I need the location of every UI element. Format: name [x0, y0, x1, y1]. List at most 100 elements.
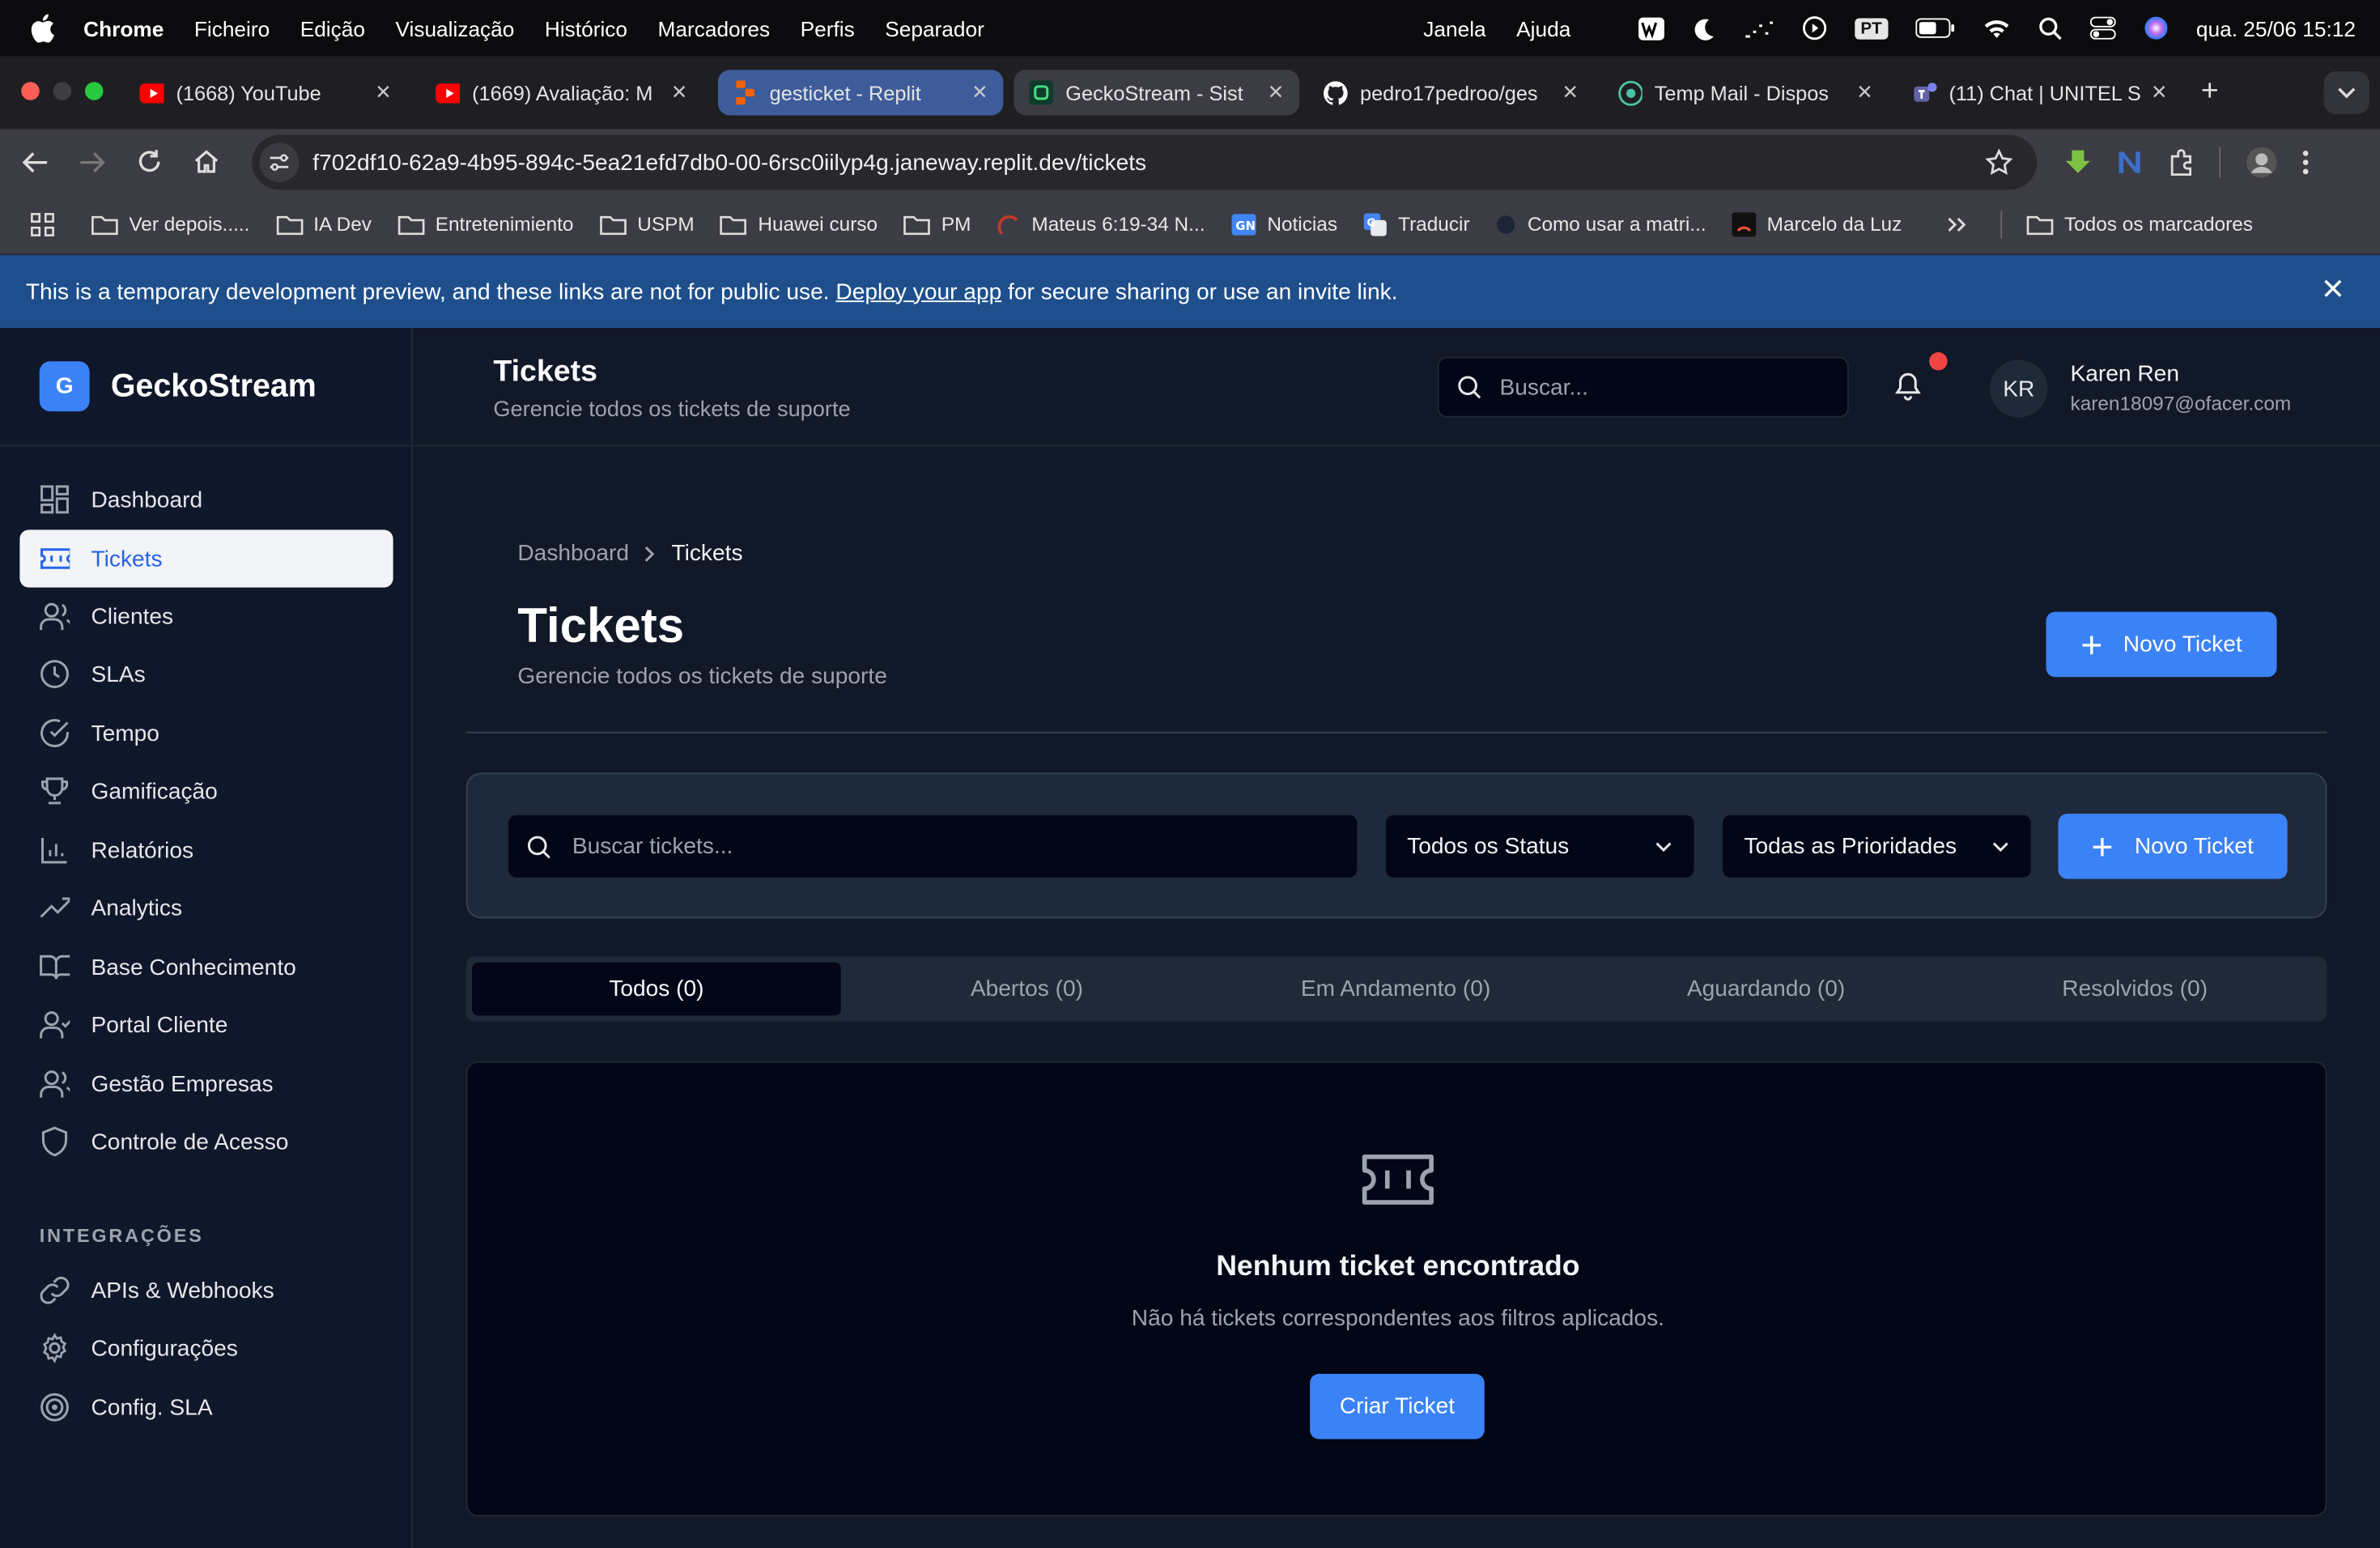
- bookmark-link[interactable]: Mateus 6:19-34 N...: [997, 212, 1205, 236]
- menu-profiles[interactable]: Perfis: [801, 16, 855, 40]
- input-source-badge[interactable]: PT: [1854, 17, 1889, 39]
- forward-arrow-icon[interactable]: [79, 150, 107, 174]
- browser-tab[interactable]: pedro17pedroo/ges ✕: [1308, 70, 1594, 115]
- close-icon[interactable]: ✕: [375, 80, 391, 104]
- deploy-app-link[interactable]: Deploy your app: [835, 279, 1001, 304]
- bookmark-link[interactable]: Marcelo da Luz: [1732, 211, 1902, 236]
- menu-file[interactable]: Ficheiro: [194, 16, 270, 40]
- menu-view[interactable]: Visualização: [395, 16, 514, 40]
- profile-avatar-icon[interactable]: [2245, 146, 2278, 179]
- sidebar-item-controle-acesso[interactable]: Controle de Acesso: [19, 1112, 393, 1170]
- wifi-icon[interactable]: [1983, 18, 2012, 39]
- filter-new-ticket-button[interactable]: Novo Ticket: [2058, 814, 2288, 879]
- activity-icon[interactable]: [1744, 18, 1774, 39]
- browser-tab[interactable]: (1669) Avaliação: M ✕: [420, 70, 703, 115]
- sidebar-item-slas[interactable]: SLAs: [19, 645, 393, 703]
- tab-em-andamento[interactable]: Em Andamento (0): [1211, 963, 1580, 1016]
- avatar[interactable]: KR: [1990, 359, 2048, 418]
- clock[interactable]: qua. 25/06 15:12: [2196, 16, 2356, 40]
- browser-tab[interactable]: gesticket - Replit ✕: [717, 70, 1004, 116]
- menu-window[interactable]: Janela: [1423, 16, 1485, 40]
- browser-tab[interactable]: Temp Mail - Dispos ✕: [1603, 70, 1889, 115]
- bookmark-folder[interactable]: Ver depois.....: [91, 213, 249, 236]
- control-center-icon[interactable]: [2089, 16, 2116, 40]
- close-banner-icon[interactable]: [2323, 278, 2344, 299]
- play-circle-icon[interactable]: [1801, 15, 1827, 41]
- sidebar-item-portal-cliente[interactable]: Portal Cliente: [19, 996, 393, 1053]
- sidebar-item-config-sla[interactable]: Config. SLA: [19, 1379, 393, 1436]
- close-icon[interactable]: ✕: [1562, 80, 1579, 104]
- site-info-icon[interactable]: [259, 142, 300, 182]
- tab-abertos[interactable]: Abertos (0): [843, 963, 1212, 1016]
- bookmark-link[interactable]: G Traducir: [1363, 212, 1470, 236]
- minimize-window-button[interactable]: [53, 82, 72, 100]
- close-icon[interactable]: ✕: [1856, 80, 1872, 104]
- sidebar-item-dashboard[interactable]: Dashboard: [19, 470, 393, 528]
- bookmark-link[interactable]: Como usar a matri...: [1495, 212, 1706, 236]
- download-extension-icon[interactable]: [2064, 149, 2092, 176]
- address-bar[interactable]: f702df10-62a9-4b95-894c-5ea21efd7db0-00-…: [252, 134, 2038, 190]
- moon-icon[interactable]: [1692, 16, 1716, 40]
- bookmark-folder[interactable]: Huawei curso: [720, 213, 878, 236]
- menu-edit[interactable]: Edição: [300, 16, 365, 40]
- header-search-input[interactable]: Buscar...: [1437, 356, 1849, 418]
- user-name[interactable]: Karen Ren: [2071, 361, 2179, 387]
- tab-resolvidos[interactable]: Resolvidos (0): [1950, 963, 2319, 1016]
- close-icon[interactable]: ✕: [2151, 80, 2167, 104]
- apps-grid-icon[interactable]: [31, 212, 55, 236]
- sidebar-item-tickets[interactable]: Tickets: [19, 529, 393, 588]
- sidebar-item-gamificacao[interactable]: Gamificação: [19, 762, 393, 819]
- home-icon[interactable]: [193, 149, 220, 175]
- bell-icon[interactable]: [1894, 372, 1922, 401]
- brand[interactable]: G GeckoStream: [0, 328, 412, 447]
- menu-app-name[interactable]: Chrome: [83, 16, 164, 40]
- close-window-button[interactable]: [21, 82, 40, 100]
- sidebar-item-gestao-empresas[interactable]: Gestão Empresas: [19, 1055, 393, 1112]
- tab-search-button[interactable]: [2323, 71, 2369, 114]
- reload-icon[interactable]: [137, 149, 163, 175]
- menu-bookmarks[interactable]: Marcadores: [658, 16, 771, 40]
- spotlight-search-icon[interactable]: [2038, 16, 2063, 40]
- kebab-menu-icon[interactable]: [2302, 149, 2309, 176]
- priority-select[interactable]: Todas as Prioridades: [1723, 814, 2031, 878]
- close-icon[interactable]: ✕: [1268, 80, 1284, 104]
- browser-tab-active[interactable]: GeckoStream - Sist ✕: [1014, 70, 1299, 116]
- bookmark-folder[interactable]: PM: [903, 213, 971, 236]
- browser-tab[interactable]: (1668) YouTube ✕: [125, 70, 407, 115]
- bookmark-folder[interactable]: Entretenimiento: [397, 213, 573, 236]
- bookmark-star-icon[interactable]: [1985, 148, 2013, 176]
- sidebar-item-clientes[interactable]: Clientes: [19, 588, 393, 645]
- sidebar-item-configuracoes[interactable]: Configurações: [19, 1319, 393, 1376]
- status-select[interactable]: Todos os Status: [1385, 814, 1694, 878]
- apple-icon[interactable]: [31, 14, 62, 43]
- all-bookmarks-folder[interactable]: Todos os marcadores: [2026, 213, 2253, 236]
- back-arrow-icon[interactable]: [21, 150, 49, 174]
- siri-icon[interactable]: [2143, 15, 2169, 41]
- new-ticket-button[interactable]: Novo Ticket: [2046, 611, 2277, 678]
- menu-history[interactable]: Histórico: [545, 16, 627, 40]
- browser-tab[interactable]: (11) Chat | UNITEL S ✕: [1898, 70, 2183, 115]
- breadcrumb-dashboard[interactable]: Dashboard: [517, 541, 629, 567]
- zoom-window-button[interactable]: [85, 82, 104, 100]
- sidebar-item-tempo[interactable]: Tempo: [19, 704, 393, 762]
- battery-icon[interactable]: [1915, 18, 1955, 38]
- wps-icon[interactable]: [1638, 16, 1665, 40]
- sidebar-item-analytics[interactable]: Analytics: [19, 879, 393, 937]
- extensions-puzzle-icon[interactable]: [2168, 149, 2195, 176]
- bookmark-link[interactable]: GN Noticias: [1230, 212, 1337, 236]
- tab-aguardando[interactable]: Aguardando (0): [1582, 963, 1951, 1016]
- tab-todos[interactable]: Todos (0): [472, 962, 841, 1016]
- sidebar-item-base-conhecimento[interactable]: Base Conhecimento: [19, 938, 393, 996]
- close-icon[interactable]: ✕: [971, 80, 988, 104]
- ticket-search-input[interactable]: Buscar tickets...: [508, 814, 1358, 878]
- more-bookmarks-chevron-icon[interactable]: [1946, 215, 1967, 233]
- close-icon[interactable]: ✕: [671, 80, 687, 104]
- menu-tab[interactable]: Separador: [885, 16, 984, 40]
- bookmark-folder[interactable]: USPM: [599, 213, 695, 236]
- n-extension-icon[interactable]: [2116, 149, 2144, 176]
- bookmark-folder[interactable]: IA Dev: [275, 213, 372, 236]
- new-tab-plus-icon[interactable]: +: [2201, 74, 2219, 109]
- menu-help[interactable]: Ajuda: [1516, 16, 1570, 40]
- create-ticket-button[interactable]: Criar Ticket: [1310, 1373, 1485, 1440]
- url-text[interactable]: f702df10-62a9-4b95-894c-5ea21efd7db0-00-…: [312, 150, 1146, 176]
